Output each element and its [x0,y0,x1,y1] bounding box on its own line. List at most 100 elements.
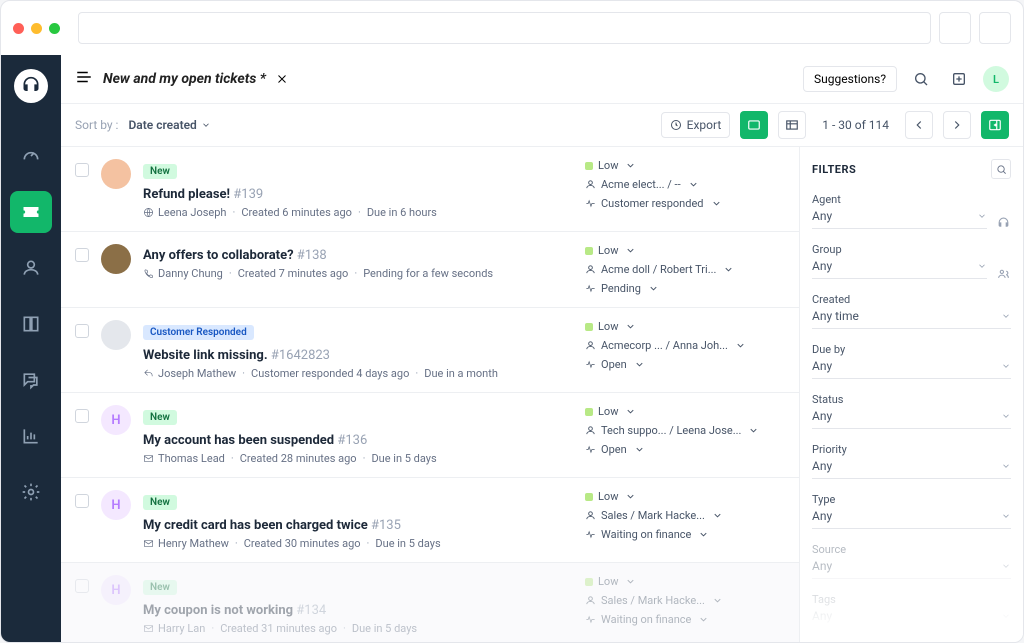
assign-selector[interactable]: Acme doll / Robert Tri... [585,263,785,276]
ticket-row[interactable]: Customer RespondedWebsite link missing. … [61,308,799,393]
export-button[interactable]: Export [661,112,731,138]
close-window-dot[interactable] [13,23,24,34]
filter-value: Any [812,209,977,223]
filter-select[interactable]: Any [812,209,987,229]
page-prev-button[interactable] [905,111,933,139]
chevron-down-icon [625,491,636,502]
priority-label: Low [598,405,618,418]
filter-select[interactable]: Any [812,359,1011,379]
chevron-down-icon [1001,411,1011,421]
priority-selector[interactable]: Low [585,575,785,588]
headset-icon[interactable] [997,215,1011,229]
app-logo[interactable] [14,69,48,103]
meta-due: Pending for a few seconds [363,267,493,280]
assign-selector[interactable]: Sales / Mark Hacke... [585,594,785,607]
priority-selector[interactable]: Low [585,490,785,503]
minimize-window-dot[interactable] [31,23,42,34]
assign-label: Sales / Mark Hacke... [601,594,705,607]
ticket-subject: My account has been suspended #136 [143,433,367,448]
nav-reports[interactable] [10,415,52,457]
new-ticket-icon[interactable] [945,65,973,93]
filter-group: Due by Any [812,343,1011,379]
ticket-row[interactable]: Any offers to collaborate? #138Danny Chu… [61,232,799,308]
status-selector[interactable]: Pending [585,282,785,295]
filter-select[interactable]: Any time [812,309,1011,329]
maximize-window-dot[interactable] [49,23,60,34]
search-icon[interactable] [907,65,935,93]
filter-select[interactable]: Any [812,259,987,279]
chevron-down-icon [735,340,746,351]
close-view-icon[interactable] [276,70,288,89]
people-icon[interactable] [997,265,1011,279]
requester-avatar [101,320,131,350]
priority-selector[interactable]: Low [585,405,785,418]
ticket-meta: Harry LanCreated 31 minutes agoDue in 5 … [143,622,573,635]
chevron-down-icon [977,261,987,271]
meta-created: Created 31 minutes ago [220,622,337,635]
status-selector[interactable]: Customer responded [585,197,785,210]
meta-created: Created 30 minutes ago [244,537,361,550]
ticket-checkbox[interactable] [75,494,89,508]
titlebar-button-1[interactable] [939,12,971,44]
assign-selector[interactable]: Tech suppo... / Leena Jose... [585,424,785,437]
sort-dropdown[interactable]: Date created [128,118,210,132]
nav-settings[interactable] [10,471,52,513]
chevron-down-icon [625,406,636,417]
view-title: New and my open tickets * [103,71,266,87]
ticket-row[interactable]: HNewMy account has been suspended #136Th… [61,393,799,478]
filter-select[interactable]: Any [812,459,1011,479]
filter-label: Group [812,243,1011,256]
suggestions-button[interactable]: Suggestions? [803,66,897,92]
status-selector[interactable]: Open [585,443,785,456]
nav-knowledge[interactable] [10,303,52,345]
nav-contacts[interactable] [10,247,52,289]
assign-selector[interactable]: Acme elect... / -- [585,178,785,191]
nav-dashboard[interactable] [10,135,52,177]
status-selector[interactable]: Waiting on finance [585,613,785,626]
ticket-number: #138 [297,248,327,263]
chevron-down-icon [1001,461,1011,471]
address-bar[interactable] [78,12,931,44]
requester-name: Thomas Lead [158,452,225,465]
channel-icon [143,368,154,379]
filter-select[interactable]: Any [812,609,1011,629]
ticket-checkbox[interactable] [75,409,89,423]
chevron-down-icon [723,264,734,275]
priority-selector[interactable]: Low [585,159,785,172]
user-avatar[interactable]: L [983,66,1009,92]
views-menu-icon[interactable] [75,68,93,90]
status-selector[interactable]: Waiting on finance [585,528,785,541]
layout-card-button[interactable] [740,111,768,139]
nav-chat[interactable] [10,359,52,401]
ticket-row[interactable]: NewRefund please! #139Leena JosephCreate… [61,147,799,232]
ticket-meta: Thomas LeadCreated 28 minutes agoDue in … [143,452,573,465]
filter-value: Any [812,509,1001,523]
ticket-badge: New [143,580,177,595]
filter-search-icon[interactable] [991,159,1011,179]
priority-selector[interactable]: Low [585,244,785,257]
ticket-row[interactable]: HNewMy coupon is not working #134Harry L… [61,563,799,643]
ticket-checkbox[interactable] [75,579,89,593]
titlebar-button-2[interactable] [979,12,1011,44]
priority-selector[interactable]: Low [585,320,785,333]
ticket-checkbox[interactable] [75,163,89,177]
filter-label: Due by [812,343,1011,356]
assign-selector[interactable]: Sales / Mark Hacke... [585,509,785,522]
ticket-row[interactable]: HNewMy credit card has been charged twic… [61,478,799,563]
nav-tickets[interactable] [10,191,52,233]
ticket-checkbox[interactable] [75,324,89,338]
filter-select[interactable]: Any [812,409,1011,429]
chevron-down-icon [625,576,636,587]
priority-pill [585,323,593,331]
priority-label: Low [598,320,618,333]
status-selector[interactable]: Open [585,358,785,371]
ticket-checkbox[interactable] [75,248,89,262]
chevron-down-icon [688,179,699,190]
layout-table-button[interactable] [778,111,806,139]
filter-select[interactable]: Any [812,559,1011,579]
filter-value: Any [812,359,1001,373]
page-next-button[interactable] [943,111,971,139]
toggle-filters-button[interactable] [981,111,1009,139]
assign-selector[interactable]: Acmecorp ... / Anna Joh... [585,339,785,352]
filter-select[interactable]: Any [812,509,1011,529]
